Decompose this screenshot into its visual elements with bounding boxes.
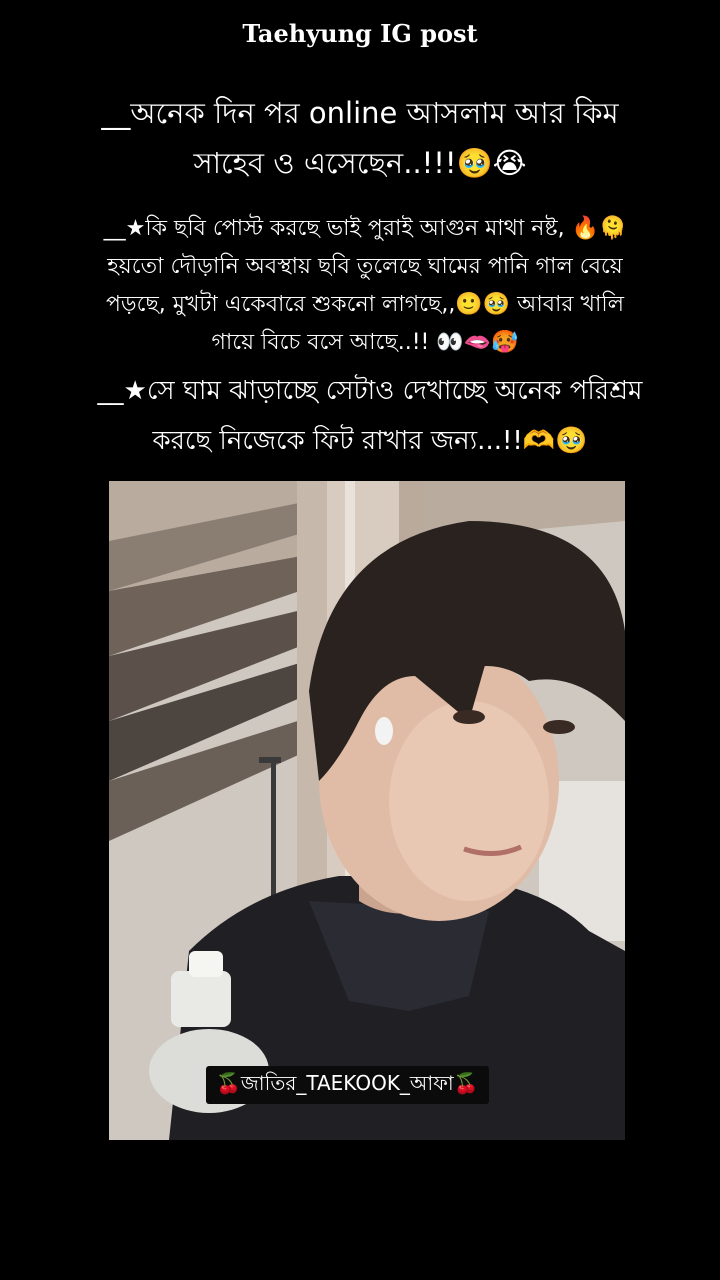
post-photo-illustration xyxy=(109,481,625,1140)
caption-description: __★কি ছবি পোস্ট করছে ভাই পুরাই আগুন মাথা… xyxy=(103,216,627,355)
caption-closing: __★সে ঘাম ঝাড়াচ্ছে সেটাও দেখাচ্ছে অনেক … xyxy=(97,376,643,456)
post-photo: 🍒জাতির_TAEKOOK_আফা🍒 xyxy=(109,481,625,1140)
page-title: Taehyung IG post xyxy=(242,19,478,48)
caption-intro: __অনেক দিন পর online আসলাম আর কিম সাহেব … xyxy=(101,96,619,180)
watermark-label: 🍒জাতির_TAEKOOK_আফা🍒 xyxy=(206,1066,489,1104)
